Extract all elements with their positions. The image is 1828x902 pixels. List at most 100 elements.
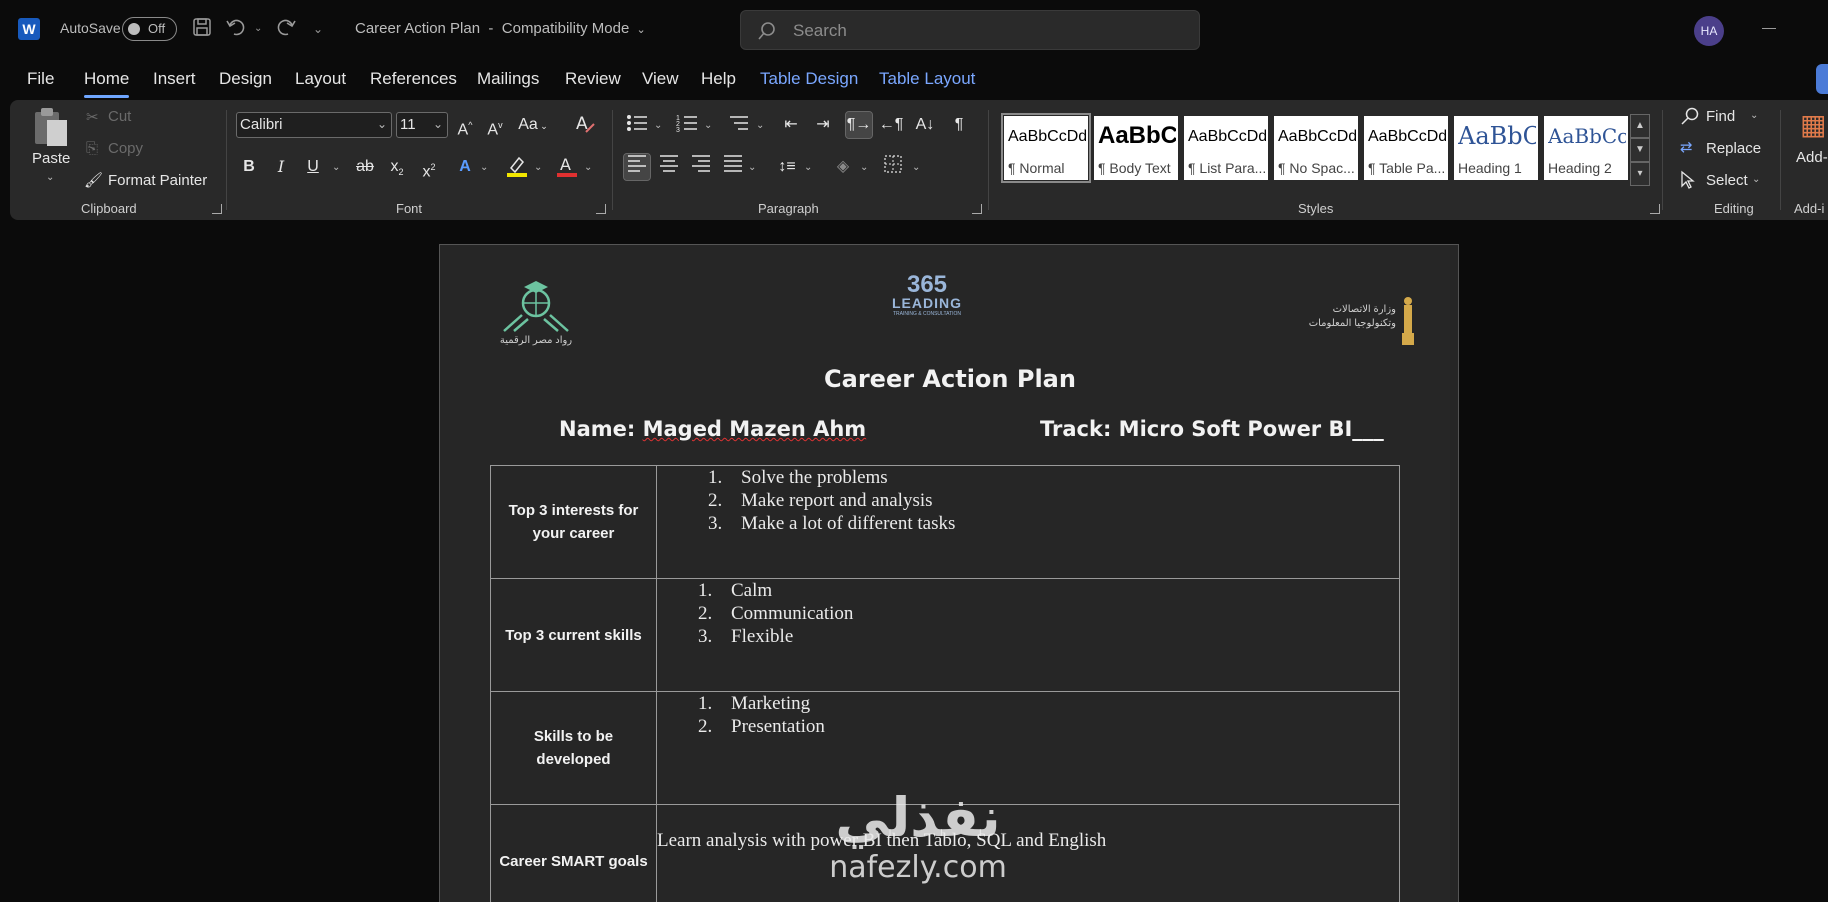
font-color-dropdown-icon[interactable]: ⌄ <box>584 162 592 173</box>
gallery-down-icon[interactable]: ▼ <box>1630 138 1650 162</box>
find-button[interactable]: Find <box>1706 108 1735 125</box>
select-dropdown-icon[interactable]: ⌄ <box>1752 174 1760 185</box>
ltr-direction-icon[interactable]: ¶→ <box>845 111 873 139</box>
undo-dropdown-icon[interactable]: ⌄ <box>254 17 262 41</box>
copy-button[interactable]: Copy <box>108 140 143 157</box>
change-case-button[interactable]: Aa ⌄ <box>516 112 550 138</box>
bold-icon[interactable]: B <box>236 154 262 180</box>
tab-layout[interactable]: Layout <box>295 69 346 89</box>
numbering-icon[interactable]: 123 <box>674 112 700 138</box>
font-name-combo[interactable]: Calibri ⌄ <box>236 112 392 138</box>
align-center-icon[interactable] <box>656 154 682 180</box>
gallery-up-icon[interactable]: ▲ <box>1630 114 1650 138</box>
tab-home[interactable]: Home <box>84 69 130 98</box>
increase-indent-icon[interactable]: ⇥ <box>810 112 836 138</box>
clipboard-launcher-icon[interactable] <box>212 204 222 214</box>
paste-button[interactable]: Paste <box>32 150 70 167</box>
undo-icon[interactable] <box>226 17 248 43</box>
subscript-icon[interactable]: x2 <box>384 154 410 180</box>
minimize-icon[interactable] <box>1762 28 1776 29</box>
paste-icon[interactable] <box>32 106 70 152</box>
style-body-text[interactable]: AaBbC ¶ Body Text <box>1094 116 1178 180</box>
tab-design[interactable]: Design <box>219 69 272 89</box>
highlight-icon[interactable] <box>504 154 530 180</box>
row-label[interactable]: Career SMART goals <box>490 804 657 902</box>
tab-view[interactable]: View <box>642 69 679 89</box>
share-button[interactable] <box>1816 64 1828 94</box>
sort-icon[interactable]: A↓ <box>912 112 938 138</box>
add-ins-button[interactable]: Add-i <box>1796 149 1828 166</box>
select-button[interactable]: Select <box>1706 172 1748 189</box>
row-label[interactable]: Top 3 current skills <box>490 578 657 692</box>
replace-button[interactable]: Replace <box>1706 140 1761 157</box>
borders-icon[interactable] <box>880 154 906 180</box>
tab-table-layout[interactable]: Table Layout <box>879 69 975 89</box>
row-label[interactable]: Skills to be developed <box>490 691 657 805</box>
strikethrough-icon[interactable]: ab <box>352 154 378 180</box>
tab-references[interactable]: References <box>370 69 457 89</box>
row-content[interactable]: Marketing Presentation <box>656 691 1400 805</box>
align-left-icon[interactable] <box>623 153 651 181</box>
customize-toolbar-icon[interactable]: ⌄ <box>313 17 323 41</box>
tab-insert[interactable]: Insert <box>153 69 196 89</box>
styles-launcher-icon[interactable] <box>1650 204 1660 214</box>
row-content[interactable]: Solve the problems Make report and analy… <box>656 465 1400 579</box>
text-effects-dropdown-icon[interactable]: ⌄ <box>480 162 488 173</box>
redo-icon[interactable] <box>274 17 296 43</box>
line-spacing-icon[interactable]: ↕≡ <box>774 154 800 180</box>
shading-dropdown-icon[interactable]: ⌄ <box>860 162 868 173</box>
find-dropdown-icon[interactable]: ⌄ <box>1750 110 1758 121</box>
shrink-font-button[interactable]: Av <box>482 112 508 138</box>
font-color-icon[interactable]: A <box>554 154 580 180</box>
show-formatting-icon[interactable]: ¶ <box>946 112 972 138</box>
style-heading-1[interactable]: AaBbC Heading 1 <box>1454 116 1538 180</box>
underline-icon[interactable]: U <box>300 154 326 180</box>
row-label[interactable]: Top 3 interests for your career <box>490 465 657 579</box>
tab-mailings[interactable]: Mailings <box>477 69 539 89</box>
font-launcher-icon[interactable] <box>596 204 606 214</box>
borders-dropdown-icon[interactable]: ⌄ <box>912 162 920 173</box>
multilevel-list-icon[interactable] <box>726 112 752 138</box>
line-spacing-dropdown-icon[interactable]: ⌄ <box>804 162 812 173</box>
tab-file[interactable]: File <box>27 69 54 89</box>
bullets-dropdown-icon[interactable]: ⌄ <box>654 120 662 131</box>
ribbon-tabs: File Home Insert Design Layout Reference… <box>0 60 1828 100</box>
rtl-direction-icon[interactable]: ←¶ <box>878 112 904 138</box>
justify-dropdown-icon[interactable]: ⌄ <box>748 162 756 173</box>
user-avatar[interactable]: HA <box>1694 16 1724 46</box>
underline-dropdown-icon[interactable]: ⌄ <box>332 162 340 173</box>
decrease-indent-icon[interactable]: ⇤ <box>778 112 804 138</box>
multilevel-dropdown-icon[interactable]: ⌄ <box>756 120 764 131</box>
paste-dropdown-icon[interactable]: ⌄ <box>46 172 54 183</box>
style-no-spacing[interactable]: AaBbCcDd ¶ No Spac... <box>1274 116 1358 180</box>
autosave-toggle[interactable]: Off <box>122 17 177 41</box>
numbering-dropdown-icon[interactable]: ⌄ <box>704 120 712 131</box>
row-content[interactable]: Calm Communication Flexible <box>656 578 1400 692</box>
shading-icon[interactable]: ◈ <box>830 154 856 180</box>
save-icon[interactable] <box>192 17 212 43</box>
paragraph-launcher-icon[interactable] <box>972 204 982 214</box>
style-table-paragraph[interactable]: AaBbCcDd ¶ Table Pa... <box>1364 116 1448 180</box>
document-title[interactable]: Career Action Plan - Compatibility Mode … <box>355 20 646 37</box>
text-effects-icon[interactable]: A <box>452 154 478 180</box>
bullets-icon[interactable] <box>624 112 650 138</box>
clear-formatting-icon[interactable]: A <box>572 112 598 138</box>
grow-font-button[interactable]: A^ <box>452 112 478 138</box>
tab-table-design[interactable]: Table Design <box>760 69 858 89</box>
search-box[interactable]: Search <box>740 10 1200 50</box>
format-painter-button[interactable]: Format Painter <box>108 172 207 189</box>
style-list-paragraph[interactable]: AaBbCcDd ¶ List Para... <box>1184 116 1268 180</box>
font-size-combo[interactable]: 11 ⌄ <box>396 112 448 138</box>
style-heading-2[interactable]: AaBbCc Heading 2 <box>1544 116 1628 180</box>
row-content[interactable]: Learn analysis with power BI then Tablo,… <box>656 804 1400 902</box>
style-normal[interactable]: AaBbCcDd ¶ Normal <box>1001 113 1091 183</box>
gallery-more-icon[interactable]: ▾ <box>1630 162 1650 186</box>
justify-icon[interactable] <box>720 154 746 180</box>
superscript-icon[interactable]: x2 <box>416 154 442 180</box>
align-right-icon[interactable] <box>688 154 714 180</box>
italic-icon[interactable]: I <box>268 154 294 180</box>
highlight-dropdown-icon[interactable]: ⌄ <box>534 162 542 173</box>
cut-button[interactable]: Cut <box>108 108 131 125</box>
tab-review[interactable]: Review <box>565 69 621 89</box>
tab-help[interactable]: Help <box>701 69 736 89</box>
